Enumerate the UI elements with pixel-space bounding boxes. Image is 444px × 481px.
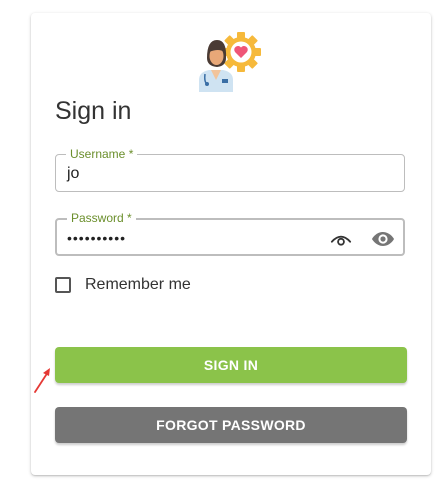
username-field[interactable]: Username * jo (55, 146, 405, 192)
remember-me-checkbox[interactable]: Remember me (55, 276, 191, 294)
login-card: Sign in Username * jo Password * •••••••… (31, 13, 431, 475)
eye-outline-icon[interactable] (329, 227, 353, 251)
password-field[interactable]: Password * •••••••••• (55, 210, 405, 256)
remember-me-label: Remember me (85, 276, 191, 293)
red-pointer-arrow (34, 368, 50, 393)
eye-icon[interactable] (371, 227, 395, 251)
forgot-password-button[interactable]: FORGOT PASSWORD (55, 407, 407, 443)
username-input[interactable]: jo (67, 164, 79, 184)
username-label: Username * (66, 146, 138, 162)
password-input[interactable]: •••••••••• (67, 228, 126, 248)
checkbox-box[interactable] (55, 277, 71, 293)
page-title: Sign in (55, 97, 132, 125)
sign-in-button[interactable]: SIGN IN (55, 347, 407, 383)
password-label: Password * (67, 210, 136, 226)
doctor-heart-logo-icon (199, 32, 261, 92)
